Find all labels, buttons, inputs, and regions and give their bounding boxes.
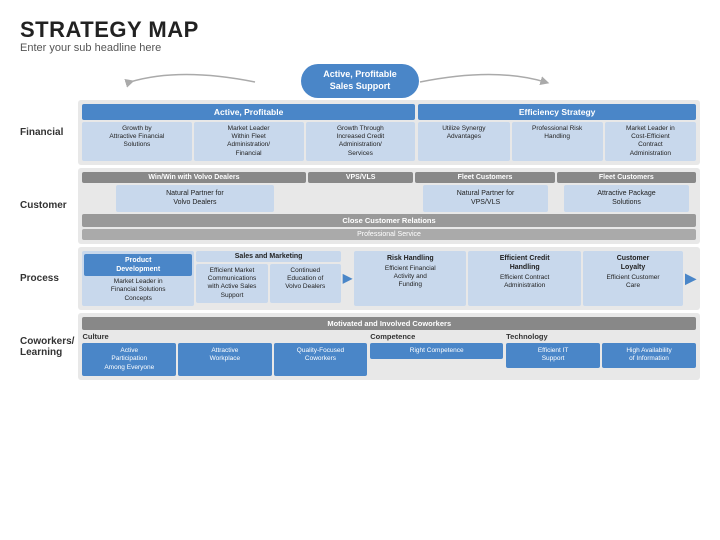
cust-bottom-bar: Close Customer Relations — [82, 214, 696, 227]
coworkers-sections: Culture ActiveParticipationAmong Everyon… — [82, 332, 696, 376]
proc-arrow-right: ▶ — [685, 251, 696, 307]
top-oval: Active, Profitable Sales Support — [301, 64, 419, 97]
culture-card-1: ActiveParticipationAmong Everyone — [82, 343, 176, 376]
fin-right-header: Efficiency Strategy — [418, 104, 696, 120]
proc-arrow: ▶ — [343, 251, 352, 307]
cust-header-4: Fleet Customers — [557, 172, 696, 183]
proc-card-3: Risk Handling Efficient FinancialActivit… — [354, 251, 466, 307]
proc-card-1: ProductDevelopment Market Leader inFinan… — [82, 251, 194, 307]
proc-title-5: CustomerLoyalty — [585, 254, 681, 272]
competence-title: Competence — [370, 332, 503, 341]
culture-title: Culture — [82, 332, 367, 341]
coworkers-label: Coworkers/ Learning — [20, 313, 78, 380]
fin-left-card-2: Market LeaderWithin FleetAdministration/… — [194, 122, 304, 162]
proc-card-2a: Efficient MarketCommunicationswith Activ… — [196, 264, 267, 304]
fin-right-card-1: Utilize SynergyAdvantages — [418, 122, 509, 162]
customer-row: Customer Win/Win with Volvo Dealers VPS/… — [20, 168, 700, 243]
culture-section: Culture ActiveParticipationAmong Everyon… — [82, 332, 367, 376]
fin-left-header: Active, Profitable — [82, 104, 415, 120]
fin-left-card-3: Growth ThroughIncreased CreditAdministra… — [306, 122, 416, 162]
financial-label: Financial — [20, 100, 78, 166]
competence-section: Competence Right Competence — [370, 332, 503, 376]
technology-cards: Efficient ITSupport High Availabilityof … — [506, 343, 696, 368]
process-row: Process ProductDevelopment Market Leader… — [20, 247, 700, 311]
culture-card-2: AttractiveWorkplace — [178, 343, 272, 376]
cust-header-3: Fleet Customers — [415, 172, 554, 183]
proc-title-1: ProductDevelopment — [84, 254, 192, 276]
technology-section: Technology Efficient ITSupport High Avai… — [506, 332, 696, 376]
process-content: ProductDevelopment Market Leader inFinan… — [78, 247, 700, 311]
proc-title-4: Efficient CreditHandling — [470, 254, 578, 272]
coworkers-content: Motivated and Involved Coworkers Culture… — [78, 313, 700, 380]
subtitle: Enter your sub headline here — [20, 42, 700, 54]
cust-card-2: Natural Partner forVPS/VLS — [423, 185, 548, 211]
proc-sales-group: Sales and Marketing Efficient MarketComm… — [196, 251, 341, 307]
proc-card-5: CustomerLoyalty Efficient CustomerCare — [583, 251, 683, 307]
motivated-bar: Motivated and Involved Coworkers — [82, 317, 696, 330]
financial-content: Active, Profitable Growth byAttractive F… — [78, 100, 700, 166]
cust-header-2: VPS/VLS — [308, 172, 413, 183]
proc-title-2: Sales and Marketing — [196, 251, 341, 262]
title: STRATEGY MAP — [20, 18, 700, 42]
competence-card-1: Right Competence — [370, 343, 503, 359]
tech-card-1: Efficient ITSupport — [506, 343, 600, 368]
culture-cards: ActiveParticipationAmong Everyone Attrac… — [82, 343, 367, 376]
fin-left-card-1: Growth byAttractive FinancialSolutions — [82, 122, 192, 162]
fin-right-card-2: Professional RiskHandling — [512, 122, 603, 162]
cust-card-3: Attractive PackageSolutions — [564, 185, 689, 211]
fin-right-card-3: Market Leader inCost-EfficientContractAd… — [605, 122, 696, 162]
customer-label: Customer — [20, 168, 78, 243]
tech-card-2: High Availabilityof Information — [602, 343, 696, 368]
cust-header-1: Win/Win with Volvo Dealers — [82, 172, 306, 183]
proc-card-2b: ContinuedEducation ofVolvo Dealers — [270, 264, 341, 304]
coworkers-row: Coworkers/ Learning Motivated and Involv… — [20, 313, 700, 380]
customer-content: Win/Win with Volvo Dealers VPS/VLS Fleet… — [78, 168, 700, 243]
cust-card-1: Natural Partner forVolvo Dealers — [116, 185, 274, 211]
technology-title: Technology — [506, 332, 696, 341]
proc-card-4: Efficient CreditHandling Efficient Contr… — [468, 251, 580, 307]
financial-row: Financial Active, Profitable Growth byAt… — [20, 100, 700, 166]
competence-cards: Right Competence — [370, 343, 503, 359]
top-oval-area: Active, Profitable Sales Support — [20, 62, 700, 97]
culture-card-3: Quality-FocusedCoworkers — [274, 343, 368, 376]
proc-title-3: Risk Handling — [356, 254, 464, 263]
diagram: Financial Active, Profitable Growth byAt… — [20, 100, 700, 381]
slide: STRATEGY MAP Enter your sub headline her… — [0, 0, 720, 540]
cust-service-bar: Professional Service — [82, 229, 696, 240]
process-label: Process — [20, 247, 78, 311]
